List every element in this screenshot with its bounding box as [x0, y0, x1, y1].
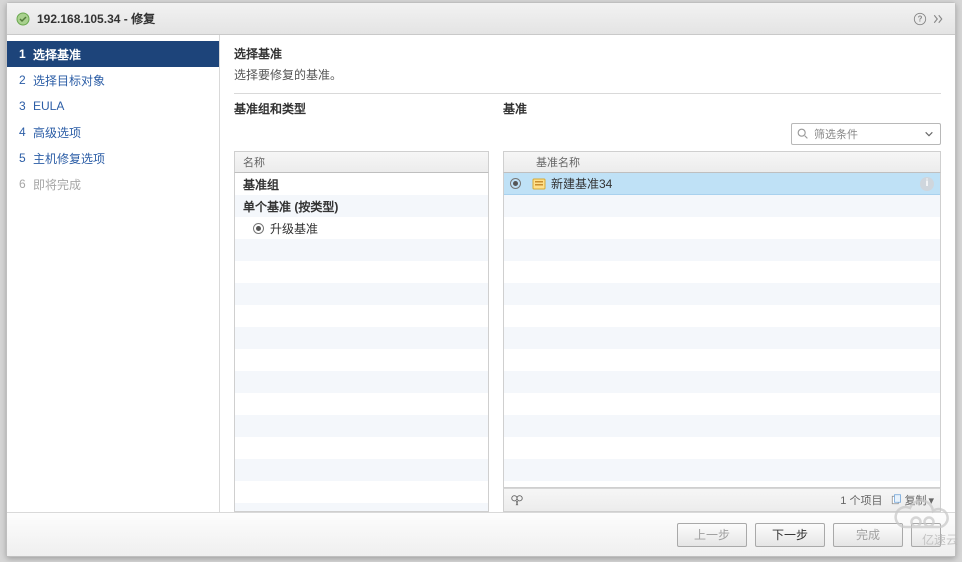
step-host-remediation[interactable]: 5 主机修复选项	[7, 145, 219, 171]
step-label: 选择基准	[33, 46, 81, 63]
chevron-down-icon[interactable]	[922, 129, 936, 139]
panel-toolbar-spacer	[234, 123, 489, 151]
baseline-panel: 基准 筛选条件 基准名称	[503, 100, 941, 512]
wizard-sidebar: 1 选择基准 2 选择目标对象 3 EULA 4 高级选项 5 主机修复选项 6…	[7, 35, 220, 512]
tree-row-upgrade-baseline[interactable]: 升级基准	[235, 217, 488, 239]
filter-input[interactable]: 筛选条件	[791, 123, 941, 145]
tree-row-baseline-group[interactable]: 基准组	[235, 173, 488, 195]
dialog-window: 192.168.105.34 - 修复 ? 1 选择基准 2 选择目标对象 3 …	[6, 2, 956, 557]
watermark: 亿速云	[886, 497, 958, 548]
step-num: 1	[19, 47, 33, 61]
divider	[234, 93, 941, 94]
step-num: 3	[19, 99, 33, 113]
next-button[interactable]: 下一步	[755, 523, 825, 547]
baseline-column-header[interactable]: 基准名称	[503, 151, 941, 173]
step-eula[interactable]: 3 EULA	[7, 93, 219, 119]
step-ready-complete: 6 即将完成	[7, 171, 219, 197]
item-count: 1 个项目	[840, 492, 882, 508]
step-select-target[interactable]: 2 选择目标对象	[7, 67, 219, 93]
dialog-footer: 上一步 下一步 完成	[7, 512, 955, 556]
baseline-title: 基准	[503, 100, 941, 117]
page-desc: 选择要修复的基准。	[234, 66, 941, 83]
baseline-group-column-header[interactable]: 名称	[234, 151, 489, 173]
back-button: 上一步	[677, 523, 747, 547]
baseline-item-icon	[531, 176, 547, 192]
tree-row-label: 升级基准	[270, 220, 318, 237]
baseline-group-title: 基准组和类型	[234, 100, 489, 117]
step-advanced[interactable]: 4 高级选项	[7, 119, 219, 145]
step-num: 5	[19, 151, 33, 165]
window-title: 192.168.105.34 - 修复	[37, 10, 155, 27]
step-label: 即将完成	[33, 176, 81, 193]
tree-row-label: 单个基准 (按类型)	[243, 198, 338, 215]
search-icon	[796, 127, 810, 141]
step-label: 主机修复选项	[33, 150, 105, 167]
info-icon[interactable]: i	[920, 177, 934, 191]
step-num: 2	[19, 73, 33, 87]
step-label: EULA	[33, 99, 64, 113]
step-label: 选择目标对象	[33, 72, 105, 89]
svg-text:?: ?	[918, 14, 923, 23]
help-button[interactable]: ?	[911, 10, 929, 28]
main-content: 选择基准 选择要修复的基准。 基准组和类型 名称 基准组 单个基准 (按类型)	[220, 35, 955, 512]
app-icon	[15, 11, 31, 27]
baseline-list-footer: 1 个项目 复制 ▾	[503, 488, 941, 512]
column-header-label: 基准名称	[536, 154, 580, 170]
radio-upgrade-baseline[interactable]	[253, 223, 264, 234]
step-select-baseline[interactable]: 1 选择基准	[7, 41, 219, 67]
baseline-group-panel: 基准组和类型 名称 基准组 单个基准 (按类型) 升级基准	[234, 100, 489, 512]
baseline-list: 新建基准34 i	[503, 173, 941, 488]
page-title: 选择基准	[234, 45, 941, 62]
expand-button[interactable]	[929, 10, 947, 28]
step-label: 高级选项	[33, 124, 81, 141]
baseline-row-label: 新建基准34	[551, 175, 612, 192]
radio-baseline-34[interactable]	[510, 178, 521, 189]
titlebar: 192.168.105.34 - 修复 ?	[7, 3, 955, 35]
tree-row-label: 基准组	[243, 176, 279, 193]
filter-placeholder: 筛选条件	[810, 126, 922, 142]
baseline-group-list: 基准组 单个基准 (按类型) 升级基准	[234, 173, 489, 512]
step-num: 6	[19, 177, 33, 191]
baseline-row-selected[interactable]: 新建基准34 i	[504, 173, 940, 195]
tree-row-single-baseline[interactable]: 单个基准 (按类型)	[235, 195, 488, 217]
find-icon[interactable]	[510, 493, 524, 507]
step-num: 4	[19, 125, 33, 139]
